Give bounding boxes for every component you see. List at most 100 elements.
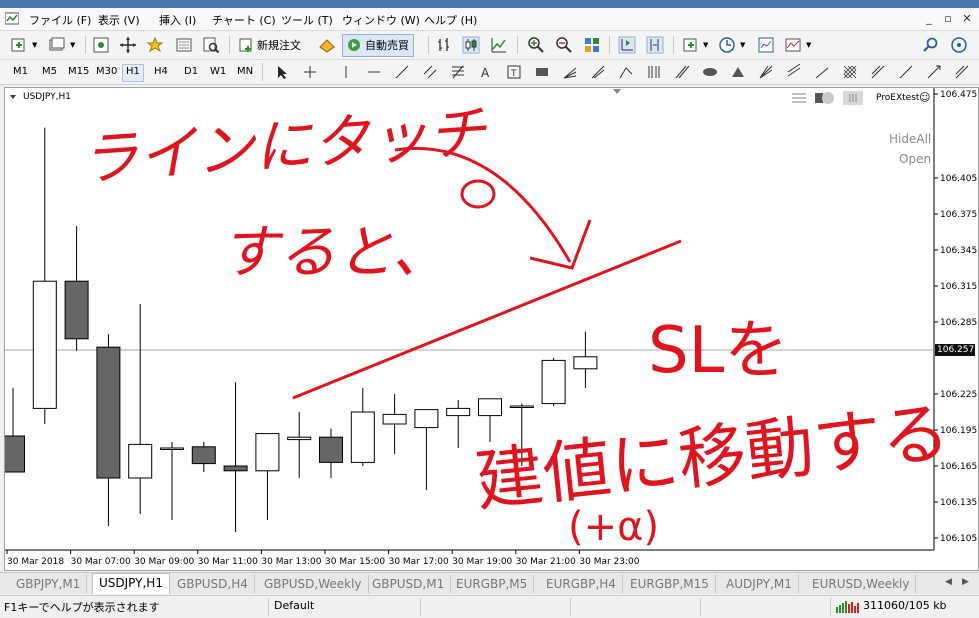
periods-icon[interactable]: [718, 36, 736, 54]
chart-tab[interactable]: AUDJPY,M1: [720, 575, 799, 593]
timeframe-m30[interactable]: M30: [93, 64, 120, 80]
data-window-icon[interactable]: [119, 36, 137, 54]
candle-body: [160, 447, 184, 450]
chart-canvas[interactable]: 106.475 106.405 106.375 106.345 106.315 106.2…: [5, 88, 978, 570]
equidistant-channel-icon[interactable]: [422, 64, 438, 80]
horizontal-line-icon[interactable]: [366, 64, 382, 80]
close-button[interactable]: ✕: [960, 12, 974, 26]
search-icon[interactable]: [922, 36, 940, 54]
auto-scroll-icon[interactable]: [618, 36, 636, 54]
chart-tab[interactable]: EURGBP,M15: [624, 575, 716, 593]
cycle-lines-icon[interactable]: [870, 64, 886, 80]
candle-body: [478, 398, 502, 417]
andrews-pitchfork-icon[interactable]: [674, 64, 690, 80]
new-chart-icon[interactable]: [10, 36, 28, 54]
chart-templates-dropdown-icon[interactable]: ▼: [806, 41, 811, 49]
timeframe-h1[interactable]: H1: [122, 64, 144, 82]
connection-status-icon[interactable]: [836, 601, 860, 613]
text-label-icon[interactable]: T: [506, 64, 522, 80]
market-watch-icon[interactable]: [92, 36, 110, 54]
navigator-icon[interactable]: [146, 36, 164, 54]
fibonacci-expansion-icon[interactable]: [618, 64, 634, 80]
tabs-scroll-left-icon[interactable]: ◀: [945, 577, 952, 587]
vertical-line-icon[interactable]: [338, 64, 354, 80]
tile-windows-icon[interactable]: [583, 36, 601, 54]
chart-tab[interactable]: USDJPY,H1: [92, 573, 170, 594]
chart-tab[interactable]: EURGBP,M5: [450, 575, 535, 593]
timeframe-d1[interactable]: D1: [181, 64, 201, 80]
chart-tab[interactable]: GBPJPY,M1: [10, 575, 88, 593]
metaeditor-icon[interactable]: [318, 36, 336, 54]
timeframe-m5[interactable]: M5: [39, 64, 60, 80]
tabs-scroll-right-icon[interactable]: ▶: [962, 577, 969, 587]
chart-tab[interactable]: GBPUSD,H4: [171, 575, 255, 593]
bar-chart-icon[interactable]: [435, 36, 453, 54]
chart-tab[interactable]: EURUSD,Weekly: [806, 575, 917, 593]
price-axis-label: 106.285: [940, 318, 977, 328]
timeframe-mn[interactable]: MN: [234, 64, 256, 80]
menu-file[interactable]: ファイル (F): [29, 12, 91, 28]
menu-insert[interactable]: 挿入 (I): [159, 12, 196, 28]
chart-tab[interactable]: GBPUSD,Weekly: [258, 575, 369, 593]
zoom-out-icon[interactable]: [555, 36, 573, 54]
hide-all-button[interactable]: HideAll: [889, 132, 931, 146]
text-icon[interactable]: A: [478, 64, 494, 80]
timeframe-m15[interactable]: M15: [65, 64, 92, 80]
timeframe-h4[interactable]: H4: [151, 64, 171, 80]
fibonacci-arcs-icon[interactable]: [590, 64, 606, 80]
ea-menu-icon[interactable]: [791, 92, 807, 104]
regression-channel-icon[interactable]: [786, 64, 802, 80]
chart-tab[interactable]: GBPUSD,M1: [366, 575, 452, 593]
chart-shift-icon[interactable]: [646, 36, 664, 54]
menu-chart[interactable]: チャート (C): [212, 12, 276, 28]
periods-dropdown-icon[interactable]: ▼: [740, 41, 745, 49]
menu-tools[interactable]: ツール (T): [281, 12, 333, 28]
line-chart-icon[interactable]: [490, 36, 508, 54]
minimize-button[interactable]: _: [922, 12, 936, 26]
timeframe-w1[interactable]: W1: [207, 64, 229, 80]
terminal-icon[interactable]: [175, 36, 193, 54]
chat-icon[interactable]: [950, 36, 968, 54]
ea-toggle-icon[interactable]: [815, 91, 835, 105]
chart-tab[interactable]: EURGBP,H4: [540, 575, 623, 593]
menu-view[interactable]: 表示 (V): [98, 12, 140, 28]
chart-templates-icon[interactable]: [784, 36, 802, 54]
profiles-dropdown-icon[interactable]: ▼: [70, 41, 75, 49]
cursor-icon[interactable]: [274, 64, 290, 80]
standard-deviation-channel-icon[interactable]: [814, 64, 830, 80]
indicators-icon[interactable]: [682, 36, 700, 54]
indicators-dropdown-icon[interactable]: ▼: [703, 41, 708, 49]
menu-window[interactable]: ウィンドウ (W): [342, 12, 420, 28]
gann-grid-icon[interactable]: [842, 64, 858, 80]
ea-pause-icon[interactable]: [843, 91, 863, 105]
timeframe-m1[interactable]: M1: [10, 64, 31, 80]
crosshair-icon[interactable]: [302, 64, 318, 80]
new-chart-dropdown-icon[interactable]: ▼: [32, 41, 37, 49]
chart-window[interactable]: 106.475 106.405 106.375 106.345 106.315 106.2…: [4, 87, 979, 571]
open-button[interactable]: Open: [899, 152, 931, 166]
shapes-icon[interactable]: [898, 64, 914, 80]
fibonacci-fan-icon[interactable]: [562, 64, 578, 80]
ellipse-icon[interactable]: [702, 64, 718, 80]
strategy-tester-icon[interactable]: [202, 36, 220, 54]
rectangle-icon[interactable]: [534, 64, 550, 80]
time-axis-label: 30 Mar 2018: [7, 557, 64, 567]
profiles-icon[interactable]: [48, 36, 66, 54]
templates-icon[interactable]: [757, 36, 775, 54]
candle-body: [287, 436, 312, 441]
menu-help[interactable]: ヘルプ (H): [424, 12, 477, 28]
time-axis-label: 30 Mar 11:00: [198, 557, 258, 567]
chart-menu-arrow-icon[interactable]: [10, 95, 16, 99]
restore-button[interactable]: ▫: [941, 12, 955, 26]
arrows-icon[interactable]: [926, 64, 942, 80]
auto-trading-button[interactable]: 自動売買: [342, 34, 414, 57]
gann-fan-icon[interactable]: [758, 64, 774, 80]
new-order-button[interactable]: 新規注文: [234, 34, 306, 57]
zoom-in-icon[interactable]: [527, 36, 545, 54]
triangle-icon[interactable]: [730, 64, 746, 80]
trendline-icon[interactable]: [394, 64, 410, 80]
fibonacci-retracement-icon[interactable]: [450, 64, 466, 80]
more-tools-icon[interactable]: [954, 64, 970, 80]
candlestick-chart-icon[interactable]: [462, 36, 480, 54]
fibonacci-time-zones-icon[interactable]: [646, 64, 662, 80]
